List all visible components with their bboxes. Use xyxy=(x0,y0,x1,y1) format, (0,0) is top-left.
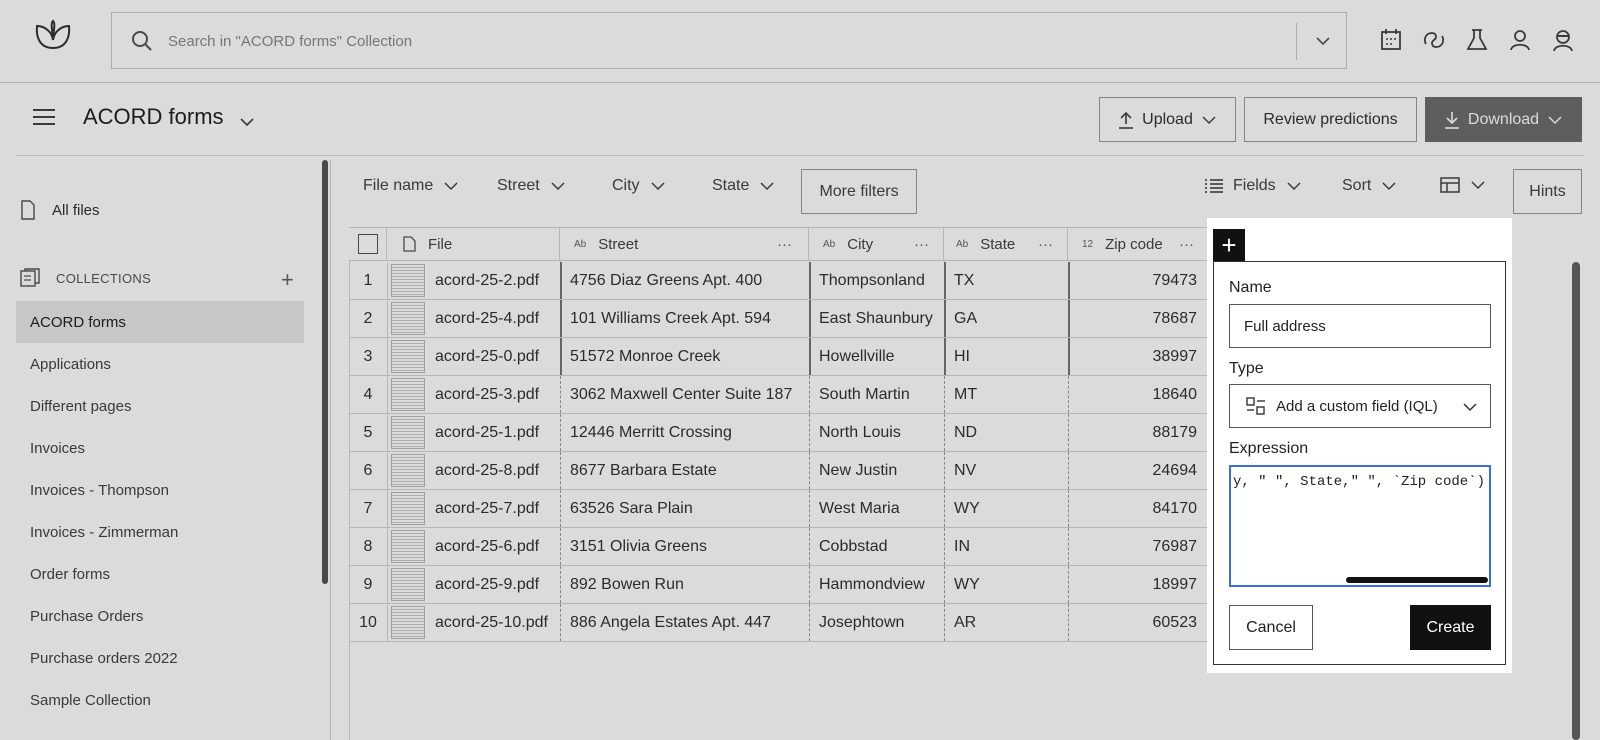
field-type-value: Add a custom field (IQL) xyxy=(1276,397,1438,415)
cancel-button[interactable]: Cancel xyxy=(1229,605,1313,650)
add-field-tab[interactable]: + xyxy=(1213,229,1245,261)
table-scrollbar[interactable] xyxy=(1572,262,1580,740)
field-name-input[interactable] xyxy=(1229,304,1491,348)
add-field-popup: Name Type Add a custom field (IQL) Expre… xyxy=(1213,261,1506,665)
name-label: Name xyxy=(1229,279,1272,296)
chevron-down-icon xyxy=(1462,399,1478,415)
type-label: Type xyxy=(1229,360,1264,377)
expression-scrollbar[interactable] xyxy=(1346,577,1488,583)
field-type-select[interactable]: Add a custom field (IQL) xyxy=(1229,384,1491,428)
custom-field-icon xyxy=(1246,396,1266,416)
expression-textarea[interactable]: y, " ", State," ", `Zip code`) xyxy=(1229,465,1491,587)
expression-text: y, " ", State," ", `Zip code`) xyxy=(1232,474,1485,490)
create-button[interactable]: Create xyxy=(1410,605,1491,650)
expression-label: Expression xyxy=(1229,440,1309,457)
